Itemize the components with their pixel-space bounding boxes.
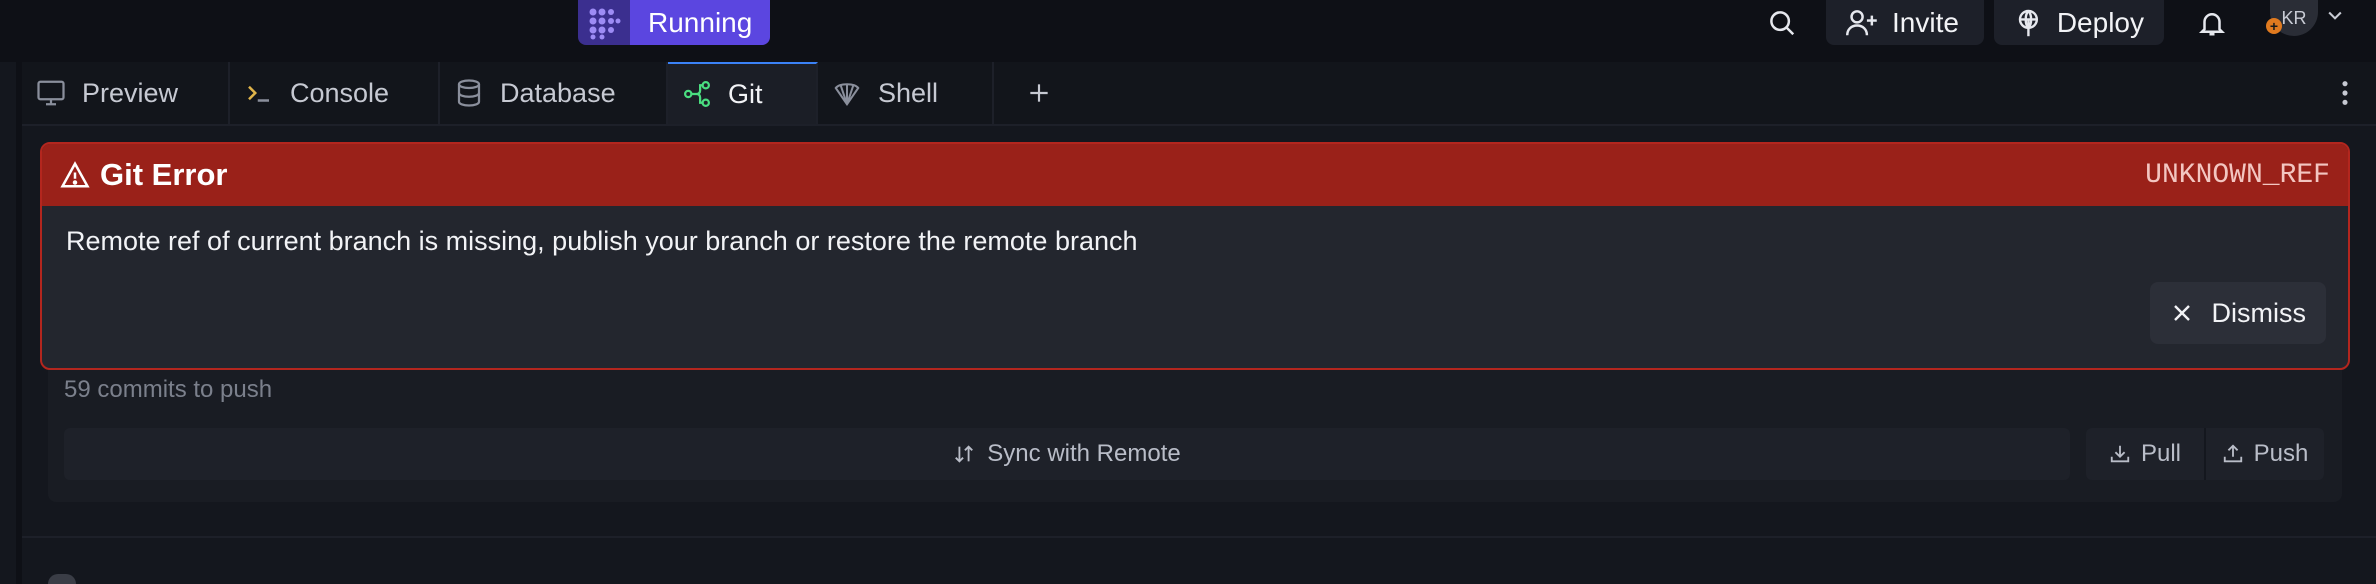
- deploy-button[interactable]: Deploy: [1994, 0, 2164, 45]
- invite-button[interactable]: Invite: [1826, 0, 1984, 45]
- git-error-banner: Git Error UNKNOWN_REF Remote ref of curr…: [40, 142, 2350, 370]
- tab-bar: Preview Console Database Git Shell: [22, 62, 2376, 126]
- shell-icon: [834, 83, 860, 107]
- section-divider: [22, 536, 2376, 538]
- monitor-icon: [37, 80, 65, 106]
- database-icon: [457, 79, 481, 107]
- pull-label: Pull: [2140, 440, 2182, 467]
- warning-icon: [60, 161, 90, 188]
- bell-icon: [2198, 12, 2226, 35]
- avatar-initials: KR: [2281, 7, 2307, 28]
- search-button[interactable]: [1762, 0, 1802, 45]
- tab-console[interactable]: Console: [230, 62, 440, 124]
- replit-logo-icon: [589, 8, 621, 39]
- terminal-prompt-icon: [248, 85, 269, 102]
- tab-git[interactable]: Git: [668, 62, 818, 124]
- add-tab-button[interactable]: [1026, 62, 1052, 124]
- error-message: Remote ref of current branch is missing,…: [66, 226, 1138, 256]
- tab-preview[interactable]: Preview: [22, 62, 230, 124]
- running-button[interactable]: Running: [630, 0, 771, 45]
- commits-count: 59 commits to push: [64, 376, 273, 403]
- tab-database[interactable]: Database: [440, 62, 668, 124]
- deploy-label: Deploy: [2056, 6, 2144, 38]
- top-bar: Running Invite Deploy KR +: [0, 0, 2376, 62]
- dismiss-button[interactable]: Dismiss: [2149, 282, 2326, 344]
- sync-with-remote-button[interactable]: Sync with Remote: [64, 428, 2070, 480]
- push-label: Push: [2253, 440, 2309, 467]
- more-options-button[interactable]: [2340, 62, 2350, 124]
- sync-label: Sync with Remote: [987, 440, 1181, 467]
- avatar-badge-icon: +: [2266, 18, 2282, 34]
- close-icon: [2173, 305, 2190, 321]
- tab-label: Shell: [878, 77, 939, 108]
- download-icon: [2110, 445, 2130, 463]
- run-menu-button[interactable]: [578, 0, 630, 45]
- plus-icon: [1030, 84, 1048, 102]
- add-user-icon: [1846, 9, 1877, 35]
- chevron-down-icon: [2328, 11, 2342, 20]
- error-header: Git Error: [42, 144, 2348, 206]
- run-control: Running: [578, 0, 771, 45]
- git-branch-icon: [684, 81, 710, 107]
- search-icon: [1770, 10, 1795, 35]
- section-heading-fragment: [48, 574, 76, 584]
- error-title: Git Error: [100, 157, 228, 192]
- pull-push-group: Pull Push: [2086, 428, 2324, 480]
- tab-label: Database: [500, 77, 616, 108]
- more-vertical-icon: [2342, 81, 2348, 105]
- sort-arrows-icon: [955, 445, 974, 463]
- notifications-button[interactable]: [2192, 0, 2232, 45]
- tab-label: Console: [290, 77, 390, 108]
- upload-icon: [2223, 444, 2242, 463]
- push-button[interactable]: Push: [2206, 428, 2324, 480]
- error-code: UNKNOWN_REF: [2145, 159, 2330, 191]
- left-rail: [0, 62, 16, 584]
- pull-button[interactable]: Pull: [2086, 428, 2204, 480]
- deploy-icon: [2018, 9, 2039, 36]
- tab-shell[interactable]: Shell: [818, 62, 994, 124]
- dismiss-label: Dismiss: [2211, 297, 2307, 328]
- tab-label: Git: [728, 78, 763, 109]
- tab-label: Preview: [82, 77, 179, 108]
- account-menu-button[interactable]: [2320, 0, 2350, 30]
- invite-label: Invite: [1892, 6, 1959, 38]
